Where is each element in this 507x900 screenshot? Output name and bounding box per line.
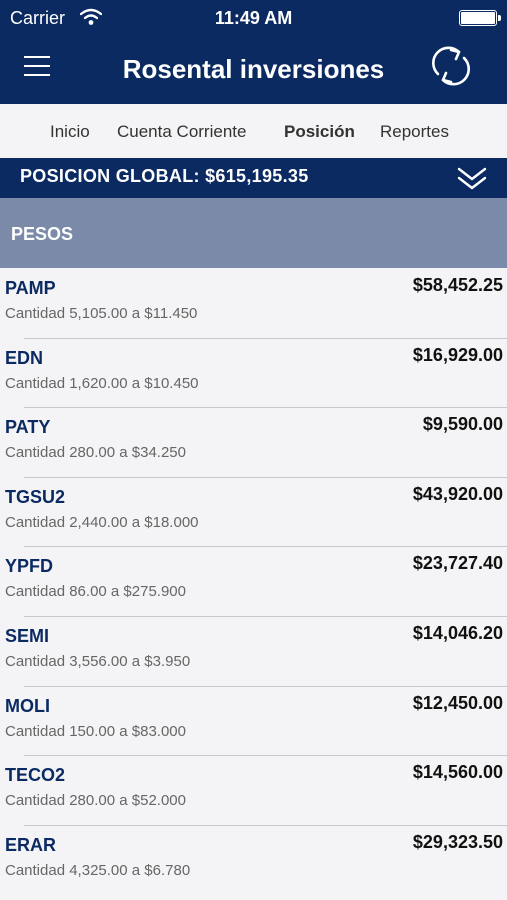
position-detail: Cantidad 4,325.00 a $6.780 [5, 861, 191, 879]
position-amount: $16,929.00 [412, 344, 503, 365]
position-symbol: ERAR [5, 834, 57, 855]
tab-bar: Inicio Cuenta Corriente Posición Reporte… [0, 104, 507, 158]
position-symbol: PAMP [5, 278, 56, 298]
refresh-icon[interactable] [429, 44, 473, 88]
tab-posicion[interactable]: Posición [284, 122, 355, 142]
position-detail: Cantidad 280.00 a $52.000 [5, 792, 186, 810]
position-amount: $9,590.00 [422, 414, 503, 435]
position-symbol: PATY [5, 417, 51, 438]
battery-icon [459, 10, 501, 26]
position-amount: $43,920.00 [412, 483, 503, 504]
double-chevron-down-icon[interactable] [457, 163, 487, 193]
position-row[interactable]: MOLI $12,450.00 Cantidad 150.00 a $83.00… [0, 685, 507, 756]
position-amount: $23,727.40 [412, 553, 503, 574]
position-symbol: MOLI [5, 695, 50, 716]
position-row[interactable]: PATY $9,590.00 Cantidad 280.00 a $34.250 [0, 407, 507, 477]
position-amount: $29,323.50 [412, 831, 503, 852]
position-detail: Cantidad 150.00 a $83.000 [5, 722, 186, 740]
position-symbol: EDN [5, 347, 44, 368]
position-amount: $12,450.00 [412, 692, 503, 713]
position-row[interactable]: SEMI $14,046.20 Cantidad 3,556.00 a $3.9… [0, 615, 507, 686]
position-detail: Cantidad 280.00 a $34.250 [5, 444, 186, 462]
position-symbol: SEMI [5, 625, 50, 646]
app-header: Carrier 11:49 AM Rosental inversiones [0, 0, 507, 104]
position-row[interactable]: YPFD $23,727.40 Cantidad 86.00 a $275.90… [0, 546, 507, 616]
tab-reportes[interactable]: Reportes [380, 122, 449, 142]
position-symbol: TGSU2 [5, 486, 66, 507]
position-row[interactable]: TGSU2 $43,920.00 Cantidad 2,440.00 a $18… [0, 476, 507, 547]
position-detail: Cantidad 1,620.00 a $10.450 [5, 374, 199, 392]
position-amount: $14,560.00 [412, 762, 503, 783]
position-detail: Cantidad 2,440.00 a $18.000 [5, 513, 199, 531]
position-symbol: YPFD [5, 556, 54, 577]
position-amount: $14,046.20 [412, 622, 503, 643]
section-label: PESOS [11, 224, 74, 244]
position-row[interactable]: ERAR $29,323.50 Cantidad 4,325.00 a $6.7… [0, 824, 507, 895]
position-row[interactable]: PAMP $58,452.25 Cantidad 5,105.00 a $11.… [0, 268, 507, 338]
status-bar: Carrier 11:49 AM [0, 0, 507, 36]
tab-inicio[interactable]: Inicio [50, 122, 90, 142]
position-amount: $58,452.25 [412, 275, 503, 295]
currency-section-header: PESOS [0, 198, 507, 268]
positions-list: PAMP $58,452.25 Cantidad 5,105.00 a $11.… [0, 268, 507, 894]
position-row[interactable]: EDN $16,929.00 Cantidad 1,620.00 a $10.4… [0, 337, 507, 408]
global-position-label: POSICION GLOBAL: $615,195.35 [20, 166, 309, 186]
global-position-bar[interactable]: POSICION GLOBAL: $615,195.35 [0, 158, 507, 198]
position-row[interactable]: TECO2 $14,560.00 Cantidad 280.00 a $52.0… [0, 755, 507, 825]
position-symbol: TECO2 [5, 765, 66, 786]
status-time: 11:49 AM [214, 8, 293, 28]
tab-cuenta-corriente[interactable]: Cuenta Corriente [117, 122, 246, 142]
position-detail: Cantidad 3,556.00 a $3.950 [5, 652, 191, 670]
position-detail: Cantidad 86.00 a $275.900 [5, 583, 186, 601]
position-detail: Cantidad 5,105.00 a $11.450 [5, 305, 198, 322]
